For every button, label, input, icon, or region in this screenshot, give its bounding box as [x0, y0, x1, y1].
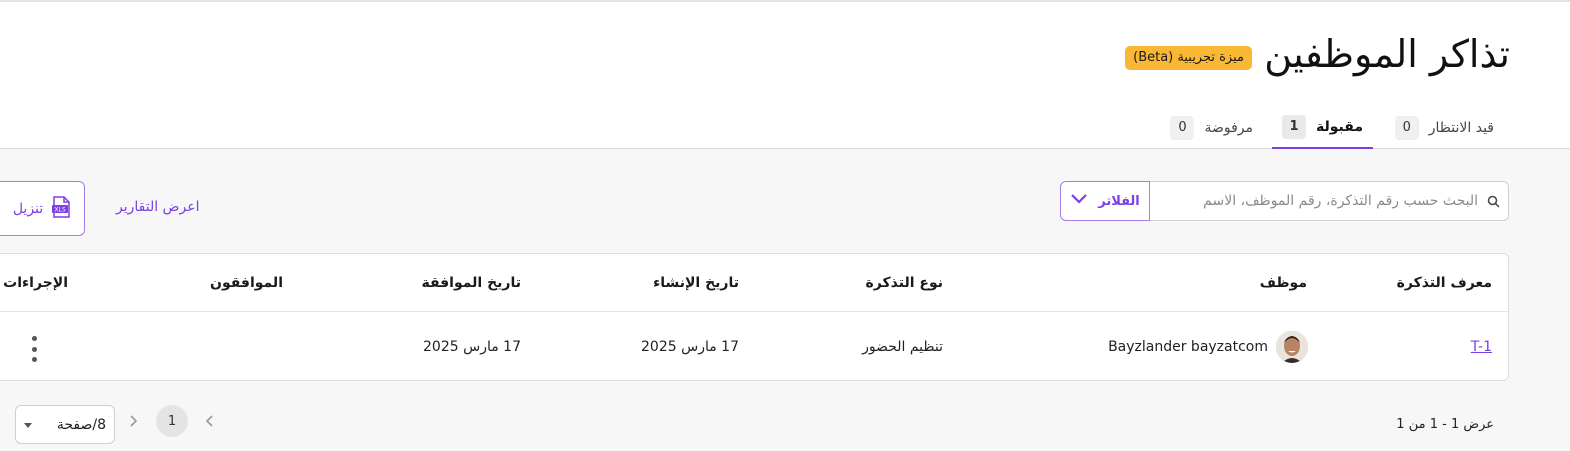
filters-label: الفلاتر: [1098, 193, 1140, 209]
approval-date-cell: 17 مارس 2025: [423, 339, 521, 355]
tab-label: مرفوضة: [1204, 120, 1253, 136]
xls-file-icon: XLS: [51, 195, 71, 222]
tab-count: 0: [1170, 116, 1195, 140]
chevron-down-icon: [1070, 193, 1088, 209]
page-number[interactable]: 1: [156, 405, 188, 437]
pagination-info: عرض 1 - 1 من 1: [1396, 417, 1494, 432]
column-actions: الإجراءات: [3, 275, 68, 291]
view-reports-link[interactable]: اعرض التقارير: [116, 199, 199, 215]
filters-button[interactable]: الفلاتر: [1060, 181, 1150, 221]
column-approvers: الموافقون: [210, 275, 283, 291]
tickets-table: معرف التذكرة موظف نوع التذكرة تاريخ الإن…: [0, 253, 1509, 381]
per-page-value: 8/صفحة: [56, 416, 106, 433]
column-employee: موظف: [1259, 275, 1307, 291]
download-button[interactable]: XLS تنزيل: [0, 181, 85, 236]
tab-count: 0: [1394, 116, 1419, 140]
ticket-id-link[interactable]: T-1: [1471, 339, 1492, 355]
ticket-type-cell: تنظيم الحضور: [862, 339, 943, 355]
created-date-cell: 17 مارس 2025: [641, 339, 739, 355]
search-icon: [1478, 195, 1508, 208]
page-title: تذاكر الموظفين: [1264, 32, 1510, 76]
tab-pending[interactable]: قيد الانتظار 0: [1385, 107, 1504, 149]
download-label: تنزيل: [12, 200, 44, 217]
column-approval-date: تاريخ الموافقة: [421, 275, 521, 291]
page-header: تذاكر الموظفين ميزة تجريبية (Beta) قيد ا…: [0, 2, 1570, 149]
caret-down-icon: [24, 417, 32, 433]
employee-name: Bayzlander bayzatcom: [1108, 339, 1268, 355]
column-ticket-type: نوع التذكرة: [865, 275, 943, 291]
column-ticket-id: معرف التذكرة: [1396, 275, 1492, 291]
search-input[interactable]: [1158, 183, 1478, 219]
chevron-left-icon[interactable]: [198, 409, 222, 433]
tab-approved[interactable]: مقبولة 1: [1272, 107, 1373, 149]
tab-label: قيد الانتظار: [1428, 120, 1494, 136]
avatar: [1276, 331, 1308, 363]
column-created-date: تاريخ الإنشاء: [653, 275, 739, 291]
search-box: [1149, 181, 1509, 221]
table-row: T-1: [1471, 339, 1492, 355]
beta-badge: ميزة تجريبية (Beta): [1125, 46, 1252, 70]
more-actions-icon[interactable]: [24, 336, 44, 362]
tab-count: 1: [1282, 115, 1307, 139]
tab-label: مقبولة: [1316, 119, 1363, 135]
chevron-right-icon[interactable]: [121, 409, 145, 433]
per-page-select[interactable]: 8/صفحة: [15, 405, 115, 444]
xls-badge-text: XLS: [55, 206, 66, 213]
tab-rejected[interactable]: مرفوضة 0: [1160, 107, 1263, 149]
